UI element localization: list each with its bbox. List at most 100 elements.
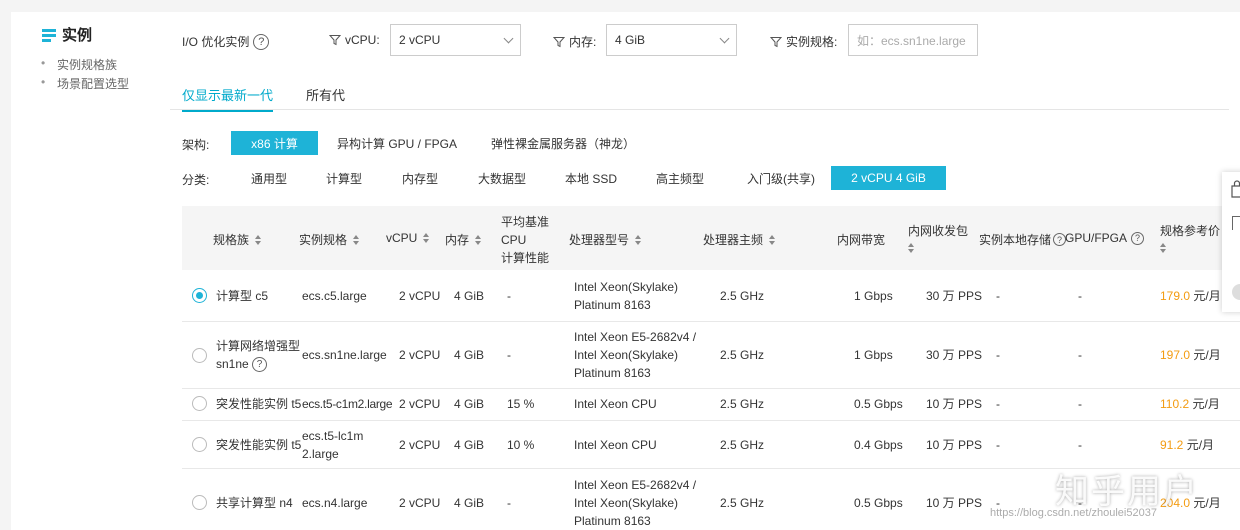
cell-pps: 10 万 PPS [926,438,983,452]
nav-item-scenario[interactable]: 场景配置选型 [41,75,129,92]
th-freq[interactable]: 处理器主频 [703,231,776,248]
table-row[interactable]: 突发性能实例 t5 ecs.t5-lc1m2.large 2 vCPU 4 Gi… [182,421,1240,469]
category-big-data[interactable]: 大数据型 [469,166,535,190]
watermark-url: https://blog.csdn.net/zhoulei52037 [990,507,1157,519]
cell-mem: 4 GiB [454,289,485,303]
spec-filter-label: 实例规格: [770,33,837,50]
cell-spec: ecs.c5.large [302,289,367,303]
row-radio[interactable] [192,288,207,303]
arch-option-gpu-fpga[interactable]: 异构计算 GPU / FPGA [329,131,465,155]
cell-mem: 4 GiB [454,397,485,411]
cell-freq: 2.5 GHz [720,496,765,510]
help-icon[interactable]: ? [252,357,268,373]
sort-icon [1160,243,1166,253]
spec-placeholder: 如：ecs.sn1ne.large [857,33,966,48]
io-optimized-text: I/O 优化实例 [182,35,250,49]
category-general[interactable]: 通用型 [242,166,296,190]
arch-option-bare-metal[interactable]: 弹性裸金属服务器（神龙） [488,131,638,155]
cell-bandwidth: 1 Gbps [854,289,893,303]
mem-select-value: 4 GiB [615,33,646,47]
th-pps[interactable]: 内网收发包 [908,222,968,253]
filter-icon [770,36,782,47]
cell-vcpu: 2 vCPU [399,496,441,510]
th-gpu: GPU/FPGA? [1065,231,1145,245]
cell-local-storage: - [996,289,1000,303]
table-row[interactable]: 计算网络增强型 sn1ne ? ecs.sn1ne.large 2 vCPU 4… [182,322,1240,389]
cell-bandwidth: 0.4 Gbps [854,438,903,452]
category-2vcpu-4gib[interactable]: 2 vCPU 4 GiB [831,166,946,190]
floating-cart-widget[interactable] [1222,172,1240,312]
nav-item-family[interactable]: 实例规格族 [41,56,117,73]
vcpu-label-text: vCPU: [345,33,380,47]
cell-freq: 2.5 GHz [720,397,765,411]
sort-icon [353,234,360,245]
spec-search-input[interactable]: 如：ecs.sn1ne.large [848,24,978,56]
cell-price: 197.0 元/月 [1160,348,1221,362]
cell-gpu: - [1078,438,1082,452]
th-spec[interactable]: 实例规格 [299,231,360,248]
cell-freq: 2.5 GHz [720,289,765,303]
cell-price: 91.2 元/月 [1160,438,1215,452]
cell-spec: ecs.t5-c1m2.large [302,397,393,411]
watermark-text: 知乎用户 [1055,473,1199,511]
vcpu-select-value: 2 vCPU [399,33,441,47]
cell-price: 179.0 元/月 [1160,289,1221,303]
sort-icon [635,234,642,245]
th-mem[interactable]: 内存 [445,231,482,248]
filter-icon [329,35,341,46]
th-family[interactable]: 规格族 [213,231,262,248]
row-radio[interactable] [192,348,207,363]
row-radio[interactable] [192,437,207,452]
category-compute[interactable]: 计算型 [317,166,371,190]
th-cpu-model[interactable]: 处理器型号 [569,231,642,248]
cell-cpu-model: Intel Xeon E5-2682v4 / Intel Xeon(Skylak… [574,478,697,528]
category-entry-shared[interactable]: 入门级(共享) [733,166,829,190]
cell-gpu: - [1078,348,1082,362]
cell-bandwidth: 1 Gbps [854,348,893,362]
cell-vcpu: 2 vCPU [399,348,441,362]
th-price[interactable]: 规格参考价 [1160,222,1220,253]
tab-latest-generation[interactable]: 仅显示最新一代 [182,85,274,112]
category-local-ssd[interactable]: 本地 SSD [556,166,626,190]
arch-label: 架构: [182,138,210,152]
table-row[interactable]: 计算型 c5 ecs.c5.large 2 vCPU 4 GiB - Intel… [182,270,1240,322]
cell-mem: 4 GiB [454,438,485,452]
mem-select[interactable]: 4 GiB [606,24,737,56]
cell-spec: ecs.sn1ne.large [302,348,387,362]
help-icon[interactable]: ? [253,33,270,50]
cell-pps: 30 万 PPS [926,289,983,303]
cell-local-storage: - [996,348,1000,362]
mem-filter-label: 内存: [553,33,596,50]
vcpu-select[interactable]: 2 vCPU [390,24,521,56]
cell-family: 计算网络增强型 sn1ne ? [216,339,301,373]
th-vcpu[interactable]: vCPU [386,231,430,245]
help-icon[interactable]: ? [1131,231,1145,245]
cell-baseline: - [507,289,511,303]
sort-icon [769,234,776,245]
sort-icon [423,233,430,243]
category-high-freq[interactable]: 高主频型 [645,166,715,190]
cell-cpu-model: Intel Xeon(Skylake) Platinum 8163 [574,280,679,312]
arch-option-x86[interactable]: x86 计算 [231,131,318,155]
th-baseline: 平均基准 CPU 计算性能 [501,215,550,265]
cell-freq: 2.5 GHz [720,438,765,452]
row-radio[interactable] [192,396,207,411]
cell-bandwidth: 0.5 Gbps [854,397,903,411]
cell-pps: 30 万 PPS [926,348,983,362]
cell-mem: 4 GiB [454,496,485,510]
cell-baseline: - [507,496,511,510]
cell-vcpu: 2 vCPU [399,289,441,303]
cell-spec: ecs.t5-lc1m2.large [302,429,364,461]
cell-cpu-model: Intel Xeon CPU [574,397,657,411]
table-row[interactable]: 突发性能实例 t5 ecs.t5-c1m2.large 2 vCPU 4 GiB… [182,389,1240,421]
cell-local-storage: - [996,438,1000,452]
category-memory[interactable]: 内存型 [393,166,447,190]
cell-mem: 4 GiB [454,348,485,362]
cell-baseline: - [507,348,511,362]
cart-icon [1231,180,1240,198]
cell-pps: 10 万 PPS [926,397,983,411]
cell-family: 共享计算型 n4 [216,496,293,510]
toggle-knob[interactable] [1232,284,1240,300]
tab-all-generations[interactable]: 所有代 [306,85,345,104]
row-radio[interactable] [192,495,207,510]
